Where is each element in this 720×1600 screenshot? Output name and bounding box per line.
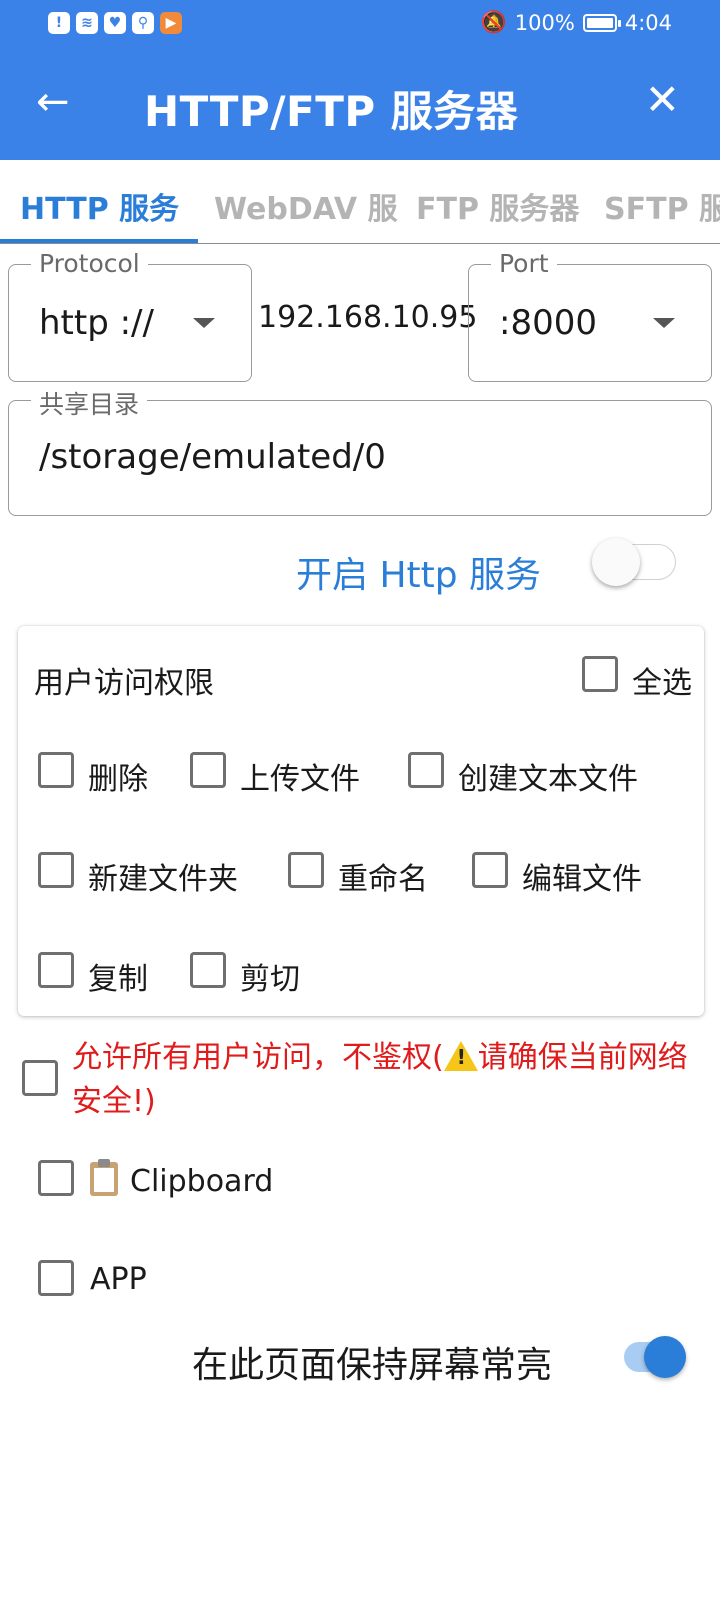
chevron-down-icon bbox=[653, 318, 675, 328]
wifi-icon: ≋ bbox=[76, 12, 98, 34]
switch-thumb bbox=[644, 1336, 686, 1378]
permissions-card: 用户访问权限 全选 删除 上传文件 创建文本文件 新建文件夹 重命名 编辑文件 … bbox=[18, 626, 704, 1016]
app-bar: ! ≋ ♥ ⚲ ▶ 🔕 100% 4:04 ← HTTP/FTP 服务器 ✕ bbox=[0, 0, 720, 160]
cut-label: 剪切 bbox=[240, 962, 300, 997]
search-app-icon: ⚲ bbox=[132, 12, 154, 34]
service-toggle[interactable] bbox=[592, 536, 678, 588]
select-all-label: 全选 bbox=[632, 666, 692, 701]
alert-icon: ! bbox=[48, 12, 70, 34]
clipboard-checkbox[interactable] bbox=[38, 1160, 74, 1196]
port-value: :8000 bbox=[499, 303, 597, 343]
allow-all-users-warning: 允许所有用户访问，不鉴权(请确保当前网络安全!) bbox=[72, 1036, 712, 1124]
clipboard-text: Clipboard bbox=[130, 1164, 274, 1199]
share-dir-input[interactable]: 共享目录 /storage/emulated/0 bbox=[8, 385, 712, 516]
port-label: Port bbox=[491, 249, 557, 278]
clock: 4:04 bbox=[624, 10, 672, 35]
delete-label: 删除 bbox=[88, 762, 148, 797]
page-title: HTTP/FTP 服务器 bbox=[144, 87, 519, 136]
edit-file-label: 编辑文件 bbox=[522, 862, 642, 897]
select-all-checkbox[interactable] bbox=[582, 656, 618, 692]
copy-checkbox[interactable] bbox=[38, 952, 74, 988]
battery-percent: 100% bbox=[514, 10, 575, 35]
port-dropdown[interactable]: Port :8000 bbox=[468, 249, 712, 382]
warning-icon bbox=[443, 1041, 478, 1071]
copy-label: 复制 bbox=[88, 962, 148, 997]
upload-file-label: 上传文件 bbox=[240, 762, 360, 797]
bell-off-icon: 🔕 bbox=[480, 10, 507, 34]
app-checkbox[interactable] bbox=[38, 1260, 74, 1296]
warning-text-part1: 允许所有用户访问，不鉴权( bbox=[72, 1040, 444, 1075]
app-label: APP bbox=[90, 1262, 147, 1297]
clipboard-label: Clipboard bbox=[90, 1159, 274, 1199]
tab-bar: HTTP 服务 WebDAV 服 FTP 服务器 SFTP 服 bbox=[0, 160, 720, 244]
tab-http-service[interactable]: HTTP 服务 bbox=[20, 184, 179, 228]
rename-checkbox[interactable] bbox=[288, 852, 324, 888]
rename-label: 重命名 bbox=[338, 862, 428, 897]
status-right: 🔕 100% 4:04 bbox=[481, 10, 672, 35]
tab-indicator bbox=[0, 239, 198, 243]
video-app-icon: ▶ bbox=[160, 12, 182, 34]
switch-thumb bbox=[592, 538, 640, 586]
create-text-file-checkbox[interactable] bbox=[408, 752, 444, 788]
status-icons: ! ≋ ♥ ⚲ ▶ bbox=[48, 12, 182, 34]
share-dir-label: 共享目录 bbox=[31, 385, 148, 421]
chevron-down-icon bbox=[193, 318, 215, 328]
edit-file-checkbox[interactable] bbox=[472, 852, 508, 888]
cut-checkbox[interactable] bbox=[190, 952, 226, 988]
battery-icon bbox=[582, 13, 621, 32]
ip-address: 192.168.10.95 bbox=[258, 300, 478, 335]
delete-checkbox[interactable] bbox=[38, 752, 74, 788]
create-text-file-label: 创建文本文件 bbox=[458, 762, 638, 797]
share-dir-value: /storage/emulated/0 bbox=[39, 437, 386, 477]
permissions-title: 用户访问权限 bbox=[34, 666, 214, 701]
upload-file-checkbox[interactable] bbox=[190, 752, 226, 788]
tab-sftp-service[interactable]: SFTP 服 bbox=[604, 184, 720, 228]
allow-all-users-checkbox[interactable] bbox=[22, 1060, 58, 1096]
keep-screen-on-label: 在此页面保持屏幕常亮 bbox=[192, 1345, 553, 1386]
tab-webdav-service[interactable]: WebDAV 服 bbox=[214, 184, 398, 228]
protocol-value: http :// bbox=[39, 303, 154, 343]
arrow-left-icon[interactable]: ← bbox=[36, 82, 76, 122]
protocol-dropdown[interactable]: Protocol http :// bbox=[8, 249, 252, 382]
new-folder-label: 新建文件夹 bbox=[88, 862, 238, 897]
clipboard-icon bbox=[90, 1159, 118, 1196]
health-icon: ♥ bbox=[104, 12, 126, 34]
service-toggle-label: 开启 Http 服务 bbox=[296, 555, 542, 596]
protocol-label: Protocol bbox=[31, 249, 148, 278]
new-folder-checkbox[interactable] bbox=[38, 852, 74, 888]
tab-ftp-server[interactable]: FTP 服务器 bbox=[416, 184, 579, 228]
close-icon[interactable]: ✕ bbox=[645, 78, 680, 122]
keep-screen-on-toggle[interactable] bbox=[620, 1332, 690, 1382]
status-bar: ! ≋ ♥ ⚲ ▶ 🔕 100% 4:04 bbox=[0, 0, 720, 48]
